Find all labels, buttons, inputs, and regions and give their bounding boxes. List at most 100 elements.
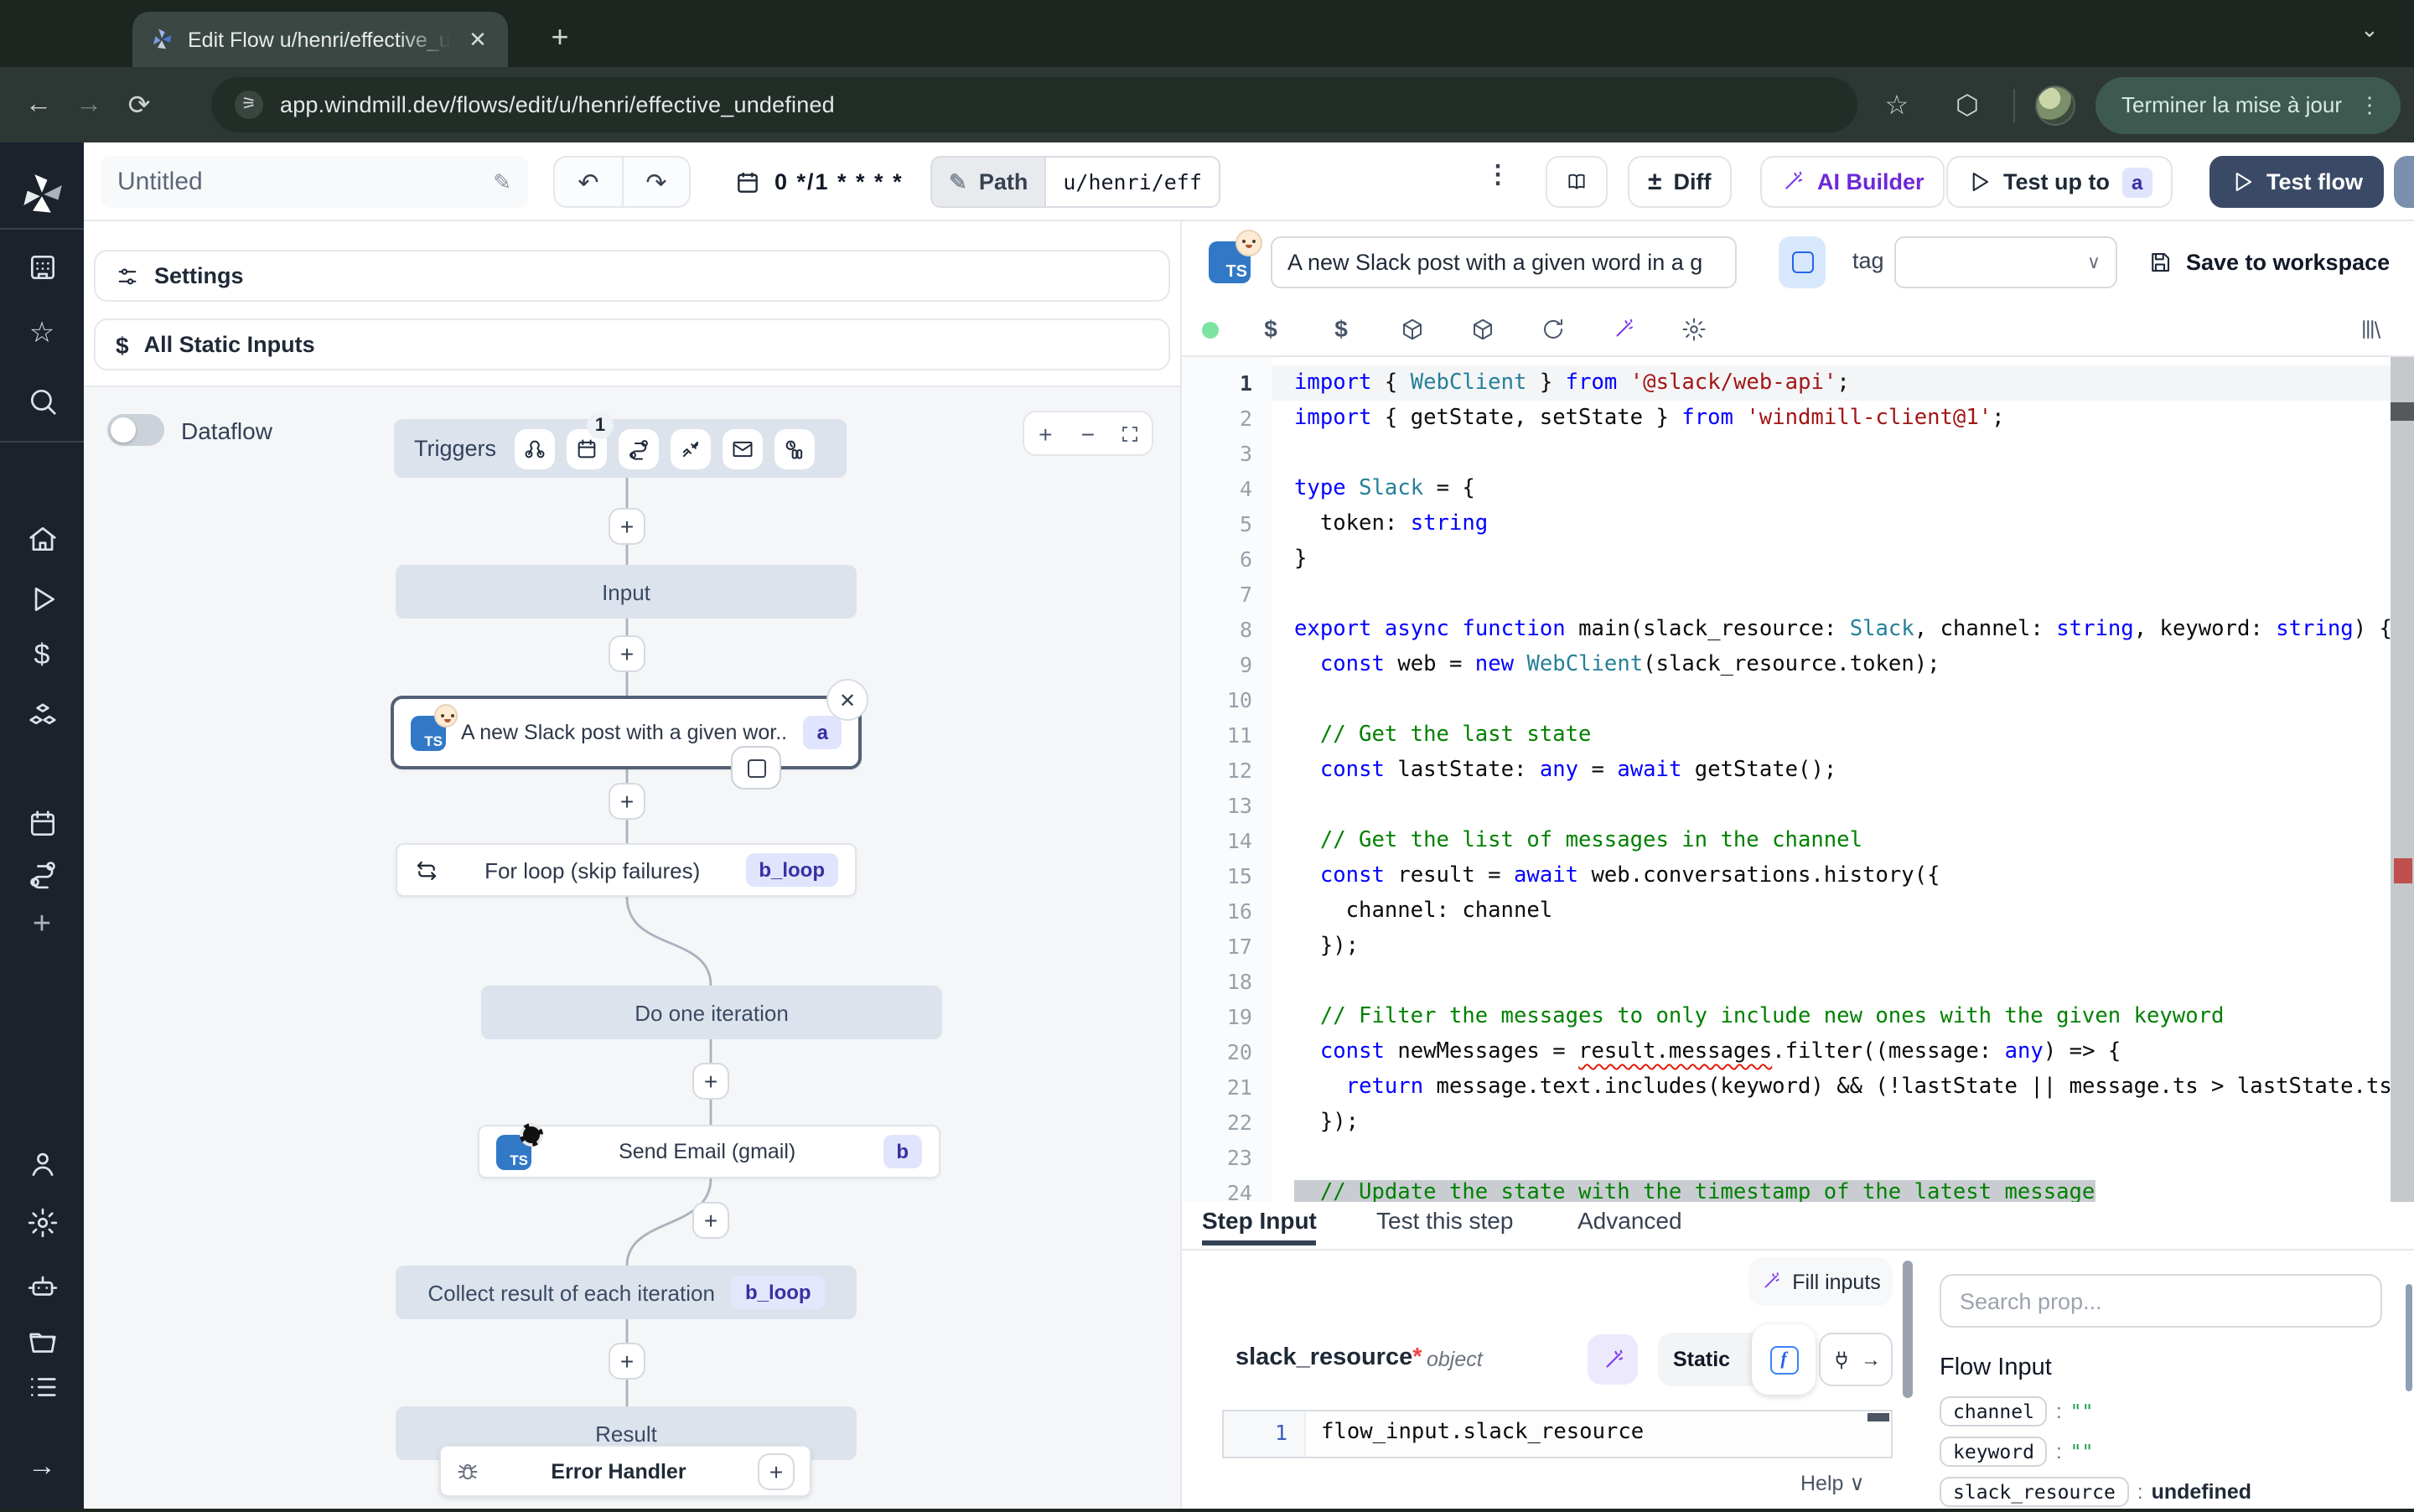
- workers-robot-icon[interactable]: [23, 1267, 60, 1304]
- code-line[interactable]: [1272, 682, 2391, 717]
- editor-code-area[interactable]: import { WebClient } from '@slack/web-ap…: [1272, 357, 2391, 1202]
- code-line[interactable]: }: [1272, 541, 2391, 577]
- add-error-handler-button[interactable]: +: [758, 1452, 795, 1489]
- audit-logs-icon[interactable]: [23, 1368, 60, 1405]
- code-line[interactable]: import { WebClient } from '@slack/web-ap…: [1272, 365, 2391, 401]
- fill-inputs-button[interactable]: Fill inputs: [1748, 1257, 1893, 1306]
- path-chip[interactable]: ✎Path u/henri/eff: [930, 156, 1220, 208]
- browser-profile-avatar[interactable]: [2034, 85, 2075, 125]
- prop-chip[interactable]: slack_resource: [1940, 1477, 2129, 1507]
- search-icon[interactable]: [23, 382, 60, 419]
- folders-icon[interactable]: [23, 1324, 60, 1361]
- error-handler-node[interactable]: Error Handler +: [439, 1445, 811, 1497]
- code-line[interactable]: const lastState: any = await getState();: [1272, 753, 2391, 788]
- url-bar[interactable]: ⚞ app.windmill.dev/flows/edit/u/henri/ef…: [211, 77, 1857, 132]
- code-line[interactable]: });: [1272, 929, 2391, 964]
- http-route-trigger-icon[interactable]: [619, 428, 659, 469]
- resource-dollar-icon[interactable]: $: [1326, 313, 1356, 344]
- code-line[interactable]: // Get the last state: [1272, 717, 2391, 753]
- ai-builder-button[interactable]: AI Builder: [1760, 156, 1945, 208]
- routes-icon[interactable]: [23, 855, 60, 892]
- flow-input-node[interactable]: Input: [396, 565, 857, 619]
- tab-search-chevron-icon[interactable]: ⌄: [2360, 17, 2379, 44]
- resources-cubes-icon[interactable]: [23, 697, 60, 734]
- ai-fill-field-button[interactable]: [1588, 1334, 1638, 1385]
- code-line[interactable]: type Slack = {: [1272, 471, 2391, 506]
- browser-menu-kebab-icon[interactable]: ⋮: [2359, 91, 2380, 118]
- tab-test-this-step[interactable]: Test this step: [1376, 1207, 1513, 1234]
- triggers-bar[interactable]: Triggers 1: [394, 419, 847, 478]
- code-line[interactable]: });: [1272, 1105, 2391, 1140]
- reload-icon[interactable]: ⟳: [114, 88, 164, 122]
- code-line[interactable]: import { getState, setState } from 'wind…: [1272, 401, 2391, 436]
- do-one-iteration-node[interactable]: Do one iteration: [481, 986, 942, 1039]
- zoom-out-button[interactable]: −: [1067, 412, 1110, 454]
- forward-icon[interactable]: →: [64, 90, 114, 120]
- code-line[interactable]: export async function main(slack_resourc…: [1272, 612, 2391, 647]
- reload-icon[interactable]: [1537, 313, 1567, 344]
- javascript-expression-option[interactable]: f: [1752, 1324, 1816, 1395]
- flow-settings-button[interactable]: Settings: [94, 250, 1170, 302]
- back-icon[interactable]: ←: [13, 90, 64, 120]
- insert-step-button[interactable]: +: [609, 783, 645, 820]
- home-icon[interactable]: [23, 520, 60, 557]
- code-line[interactable]: [1272, 788, 2391, 823]
- prop-chip[interactable]: channel: [1940, 1396, 2048, 1427]
- collect-result-node[interactable]: Collect result of each iteration b_loop: [396, 1266, 857, 1319]
- ai-wand-icon[interactable]: [1608, 313, 1638, 344]
- code-line[interactable]: [1272, 436, 2391, 471]
- fit-view-button[interactable]: [1109, 412, 1152, 454]
- code-line[interactable]: const newMessages = result.messages.filt…: [1272, 1034, 2391, 1069]
- code-line[interactable]: channel: channel: [1272, 893, 2391, 929]
- prop-chip[interactable]: keyword: [1940, 1437, 2048, 1467]
- search-prop-input[interactable]: Search prop...: [1940, 1274, 2382, 1328]
- panel-scrollbar[interactable]: [1903, 1251, 1914, 1509]
- code-line[interactable]: // Get the list of messages in the chann…: [1272, 823, 2391, 858]
- step-module-action-button[interactable]: [731, 746, 781, 790]
- code-line[interactable]: const web = new WebClient(slack_resource…: [1272, 647, 2391, 682]
- code-line[interactable]: [1272, 1140, 2391, 1175]
- insert-step-button[interactable]: +: [609, 635, 645, 672]
- connect-input-button[interactable]: →: [1819, 1333, 1893, 1386]
- code-line[interactable]: token: string: [1272, 506, 2391, 541]
- code-line[interactable]: // Filter the messages to only include n…: [1272, 999, 2391, 1034]
- save-to-workspace-button[interactable]: Save to workspace: [2147, 236, 2390, 288]
- docs-book-button[interactable]: [1546, 156, 1608, 208]
- schedule-cron[interactable]: 0 */1 * * * *: [734, 156, 904, 208]
- tag-select[interactable]: ∨: [1894, 236, 2117, 288]
- insert-step-button[interactable]: +: [692, 1202, 729, 1239]
- code-line[interactable]: const result = await web.conversations.h…: [1272, 858, 2391, 893]
- variables-dollar-icon[interactable]: $: [23, 637, 60, 674]
- browser-tab[interactable]: Edit Flow u/henri/effective_un ✕: [132, 12, 508, 67]
- help-link[interactable]: Help ∨: [1800, 1470, 1865, 1495]
- site-settings-icon[interactable]: ⚞: [235, 91, 263, 119]
- editor-resize-handle[interactable]: [1867, 1413, 1889, 1421]
- redo-button[interactable]: ↷: [622, 158, 689, 206]
- schedules-calendar-icon[interactable]: [23, 805, 60, 841]
- all-static-inputs-button[interactable]: $ All Static Inputs: [94, 318, 1170, 370]
- insert-step-button[interactable]: +: [609, 508, 645, 545]
- browser-update-button[interactable]: Terminer la mise à jour ⋮: [2095, 76, 2401, 133]
- delete-step-button[interactable]: ✕: [826, 679, 868, 721]
- code-editor[interactable]: 123456789101112131415161718192021222324 …: [1182, 357, 2414, 1202]
- variable-dollar-icon[interactable]: $: [1256, 313, 1286, 344]
- code-line[interactable]: return message.text.includes(keyword) &&…: [1272, 1069, 2391, 1105]
- flow-name-input[interactable]: Untitled ✎: [101, 156, 528, 208]
- prop-picker-scrollbar[interactable]: [2406, 1284, 2412, 1391]
- draft-button[interactable]: Draft: [2394, 156, 2414, 208]
- webhook-trigger-icon[interactable]: [515, 428, 555, 469]
- package-icon[interactable]: [1396, 313, 1427, 344]
- extensions-icon[interactable]: ⬡: [1942, 88, 1992, 122]
- step-select-toggle[interactable]: [1779, 236, 1826, 288]
- insert-step-button[interactable]: +: [609, 1343, 645, 1380]
- flow-graph-canvas[interactable]: Dataflow Triggers 1 +: [84, 386, 1180, 1509]
- library-panel-icon[interactable]: [2355, 313, 2386, 344]
- test-flow-button[interactable]: Test flow: [2209, 156, 2383, 208]
- bookmark-star-icon[interactable]: ☆: [1872, 88, 1922, 122]
- code-line[interactable]: [1272, 577, 2391, 612]
- insert-step-button[interactable]: +: [692, 1063, 729, 1100]
- favorites-star-icon[interactable]: ☆: [23, 315, 60, 352]
- send-email-node[interactable]: TS Send Email (gmail) b: [478, 1125, 940, 1178]
- undo-button[interactable]: ↶: [555, 158, 622, 206]
- tab-step-input[interactable]: Step Input: [1202, 1207, 1317, 1245]
